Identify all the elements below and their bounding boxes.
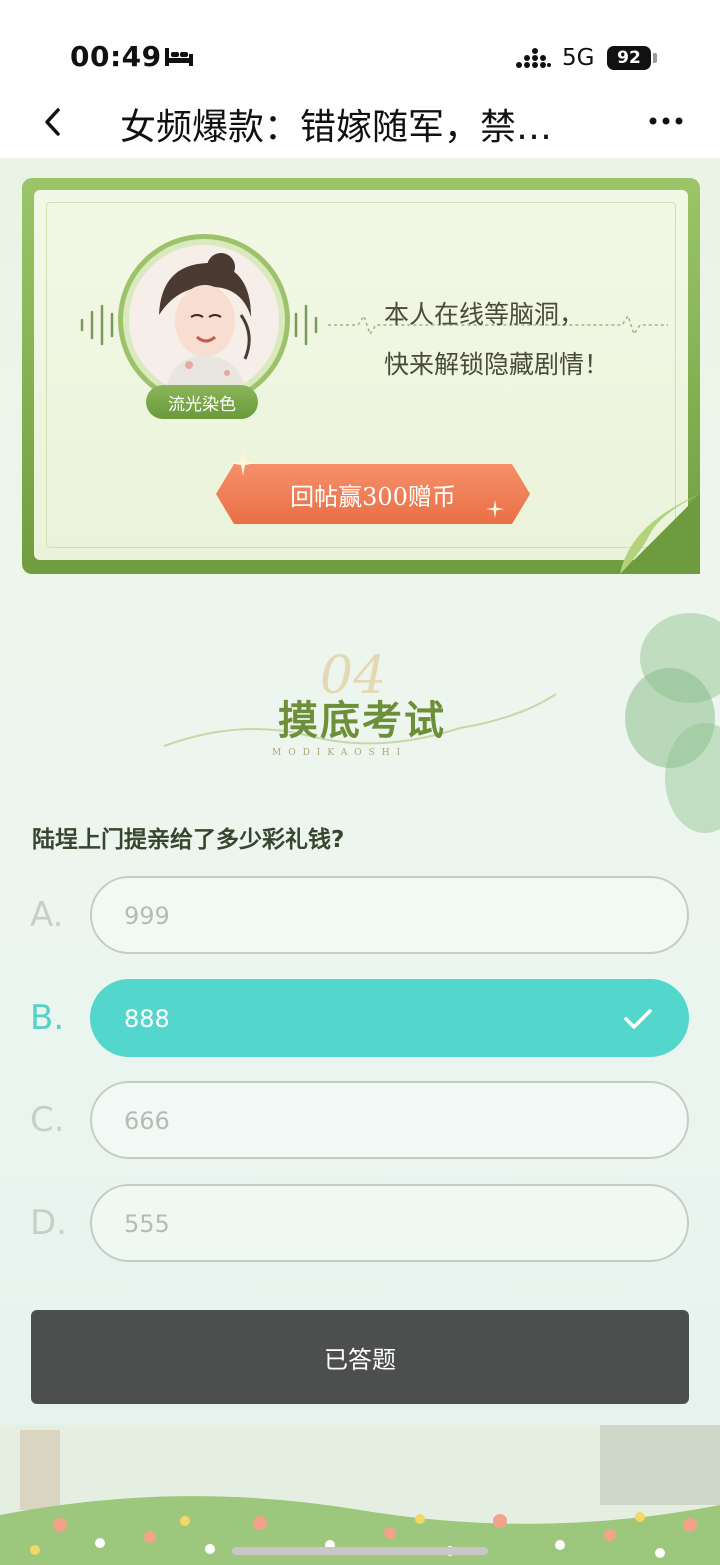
status-bar: 00:49 5G 92 (0, 0, 720, 88)
avatar[interactable] (129, 245, 279, 395)
banner-text-line2: 快来解锁隐藏剧情！ (384, 350, 610, 379)
tree-decoration (625, 613, 720, 833)
question-text: 陆埕上门提亲给了多少彩礼钱? (32, 827, 345, 853)
battery-icon: 92 (607, 46, 651, 70)
signal-icon (516, 48, 551, 68)
sparkle-icon (230, 450, 256, 476)
option-letter-d: D. (30, 1203, 67, 1243)
page-fold-corner (620, 494, 700, 574)
banner-inner: 流光染色 本人在线等脑洞， 快来解锁隐藏剧情！ 回帖赢300赠币 (34, 190, 700, 574)
reward-button[interactable]: 回帖赢300赠币 (216, 464, 530, 524)
option-a[interactable]: 999 (90, 876, 689, 954)
option-text: 555 (124, 1210, 170, 1238)
banner-text-line1: 本人在线等脑洞， (384, 300, 585, 329)
promo-banner: 流光染色 本人在线等脑洞， 快来解锁隐藏剧情！ 回帖赢300赠币 (22, 178, 700, 574)
option-letter-c: C. (30, 1100, 65, 1140)
option-text: 888 (124, 1005, 170, 1033)
option-c[interactable]: 666 (90, 1081, 689, 1159)
home-indicator[interactable] (232, 1547, 488, 1555)
flowers-decoration (0, 1425, 720, 1565)
back-icon[interactable] (40, 104, 66, 140)
option-text: 666 (124, 1107, 170, 1135)
option-b[interactable]: 888 (90, 979, 689, 1057)
nav-bar: 女频爆款：错嫁随军，禁… (0, 88, 720, 158)
option-letter-b: B. (30, 998, 65, 1038)
option-d[interactable]: 555 (90, 1184, 689, 1262)
option-text: 999 (124, 902, 170, 930)
sparkle-icon (486, 500, 504, 518)
battery-tip (653, 53, 657, 63)
avatar-badge: 流光染色 (146, 385, 258, 419)
banner-message: 本人在线等脑洞， 快来解锁隐藏剧情！ (384, 290, 644, 390)
page-title: 女频爆款：错嫁随军，禁… (120, 107, 553, 148)
check-icon (624, 1009, 652, 1029)
submit-button[interactable]: 已答题 (31, 1310, 689, 1404)
status-time: 00:49 (70, 40, 162, 73)
bed-icon (165, 48, 193, 66)
sound-wave-icon (80, 304, 114, 346)
more-icon[interactable] (648, 116, 684, 126)
section-subtitle: MODIKAOSHI (272, 748, 408, 758)
option-letter-a: A. (30, 895, 64, 935)
network-label: 5G (562, 45, 595, 71)
avatar-ring (118, 234, 290, 406)
section-title: 摸底考试 (278, 697, 446, 744)
